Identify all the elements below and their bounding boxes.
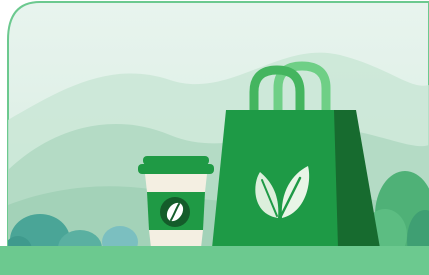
eco-shopping-illustration [0, 0, 429, 275]
bag-front [212, 110, 338, 248]
coffee-bean-icon [160, 197, 190, 227]
cup-body-bottom [149, 230, 203, 248]
illustration-canvas [0, 0, 429, 275]
ground-front [0, 246, 429, 275]
cup-lid-top [143, 156, 209, 165]
cup-body-top [145, 174, 207, 192]
cup-lid-rim [138, 164, 214, 174]
